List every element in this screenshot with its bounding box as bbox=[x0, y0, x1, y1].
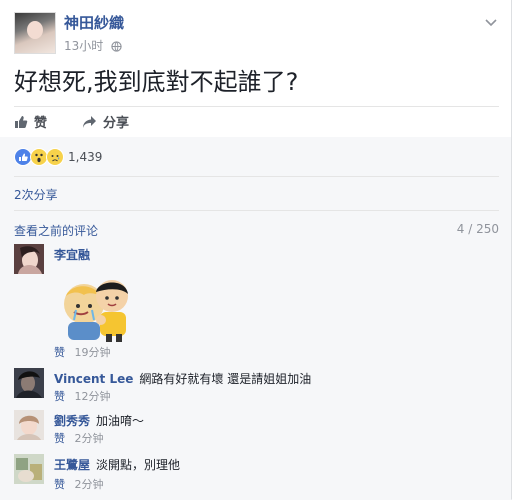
author-avatar[interactable] bbox=[14, 12, 56, 54]
globe-icon bbox=[111, 41, 122, 55]
commenter-avatar[interactable] bbox=[14, 454, 44, 484]
commenter-name[interactable]: 李宜融 bbox=[54, 248, 90, 262]
commenter-avatar[interactable] bbox=[14, 410, 44, 440]
author-name[interactable]: 神田紗織 bbox=[64, 12, 124, 33]
divider bbox=[14, 210, 499, 211]
comment-like-link[interactable]: 赞 bbox=[54, 432, 65, 445]
divider bbox=[14, 106, 499, 107]
divider bbox=[14, 176, 499, 177]
comment-text: 淡開點，別理他 bbox=[96, 458, 181, 472]
comment-time[interactable]: 19分钟 bbox=[75, 346, 111, 359]
share-icon bbox=[83, 115, 96, 128]
commenter-name[interactable]: Vincent Lee bbox=[54, 372, 133, 386]
comment-like-link[interactable]: 赞 bbox=[54, 346, 65, 359]
commenter-name[interactable]: 劉秀秀 bbox=[54, 414, 90, 428]
comment-time[interactable]: 2分钟 bbox=[75, 432, 104, 445]
comment-body: Vincent Lee 網路有好就有壞 還是請姐姐加油 bbox=[54, 368, 311, 387]
reaction-count: 1,439 bbox=[68, 150, 103, 164]
commenter-avatar[interactable] bbox=[14, 368, 44, 398]
comment-text: 加油唷～ bbox=[96, 414, 145, 428]
share-button[interactable]: 分享 bbox=[82, 112, 129, 131]
comment-body: 王鷺屋 淡開點，別理他 bbox=[54, 454, 180, 473]
comment-like-link[interactable]: 赞 bbox=[54, 478, 65, 491]
comment-count: 4 / 250 bbox=[456, 222, 499, 236]
commenter-name[interactable]: 王鷺屋 bbox=[54, 458, 90, 472]
comment-body: 劉秀秀 加油唷～ bbox=[54, 410, 144, 429]
comment-meta: 赞 2分钟 bbox=[54, 476, 104, 492]
post-header: 神田紗織 13小时 bbox=[14, 12, 498, 56]
comment-like-link[interactable]: 赞 bbox=[54, 390, 65, 403]
comment-meta: 赞 2分钟 bbox=[54, 430, 104, 446]
sticker-image bbox=[54, 268, 142, 348]
like-label: 赞 bbox=[34, 116, 48, 131]
post-text: 好想死,我到底對不起誰了? bbox=[14, 68, 299, 96]
like-button[interactable]: 赞 bbox=[14, 112, 47, 131]
comment-time[interactable]: 2分钟 bbox=[75, 478, 104, 491]
comment-meta: 赞 19分钟 bbox=[54, 344, 111, 360]
post-card: 神田紗織 13小时 好想死,我到底對不起誰了? 赞 分享 1,439 2次分享 … bbox=[0, 0, 512, 500]
like-icon bbox=[15, 115, 28, 128]
comment-meta: 赞 12分钟 bbox=[54, 388, 111, 404]
caret-down-icon[interactable] bbox=[484, 18, 498, 28]
comment-time[interactable]: 12分钟 bbox=[75, 390, 111, 403]
sad-icon bbox=[46, 148, 64, 166]
commenter-avatar[interactable] bbox=[14, 244, 44, 274]
share-label: 分享 bbox=[103, 116, 130, 131]
view-previous-comments-link[interactable]: 查看之前的评论 bbox=[14, 222, 98, 239]
comment-body: 李宜融 bbox=[54, 244, 90, 263]
reactions-summary[interactable]: 1,439 bbox=[14, 148, 102, 166]
post-time[interactable]: 13小时 bbox=[64, 39, 103, 53]
comment-text: 網路有好就有壞 還是請姐姐加油 bbox=[139, 372, 312, 386]
post-meta: 13小时 bbox=[64, 37, 122, 55]
shares-link[interactable]: 2次分享 bbox=[14, 186, 58, 203]
